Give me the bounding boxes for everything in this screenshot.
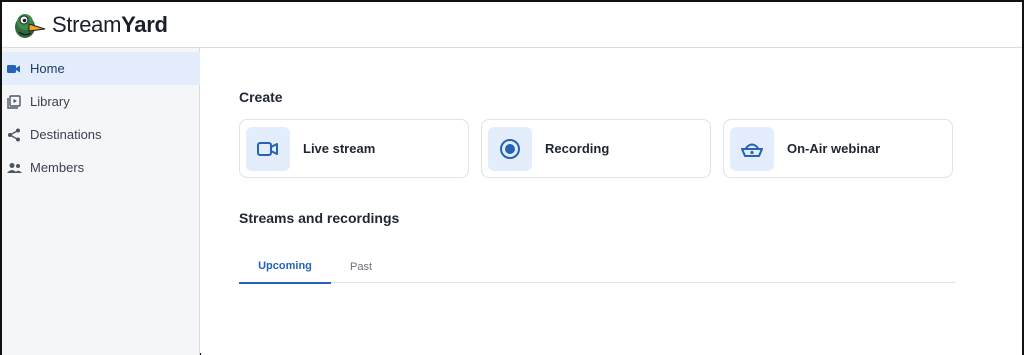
live-stream-card[interactable]: Live stream (239, 119, 469, 178)
sidebar-item-home[interactable]: Home (2, 52, 200, 85)
sidebar-item-label: Home (30, 61, 65, 76)
sidebar-item-library[interactable]: Library (2, 85, 200, 118)
card-label: Recording (545, 141, 610, 156)
sidebar-item-label: Members (30, 160, 85, 175)
sidebar-item-label: Destinations (30, 127, 102, 142)
webinar-icon (730, 126, 774, 171)
on-air-webinar-card[interactable]: On-Air webinar (723, 119, 953, 178)
brand-name: StreamYard (52, 11, 168, 39)
brand-name-light: Stream (52, 12, 122, 37)
streamyard-logo[interactable]: StreamYard (12, 10, 168, 40)
share-icon (6, 127, 22, 143)
card-label: On-Air webinar (787, 141, 881, 156)
recording-card[interactable]: Recording (481, 119, 711, 178)
tab-past[interactable]: Past (331, 250, 391, 283)
members-icon (6, 160, 22, 176)
brand-name-bold: Yard (121, 12, 168, 37)
streams-tabs: Upcoming Past (239, 250, 955, 284)
record-icon (488, 126, 532, 171)
video-camera-icon (6, 61, 22, 77)
main-content: Create Live stream Recording On-Air webi… (201, 48, 1022, 355)
sidebar-item-members[interactable]: Members (2, 151, 200, 184)
duck-logo-icon (12, 10, 46, 40)
sidebar: Home Library Destinations Members (2, 48, 200, 355)
library-icon (6, 94, 22, 110)
app-window: StreamYard Home Library Destinations Mem… (0, 0, 1024, 355)
create-title: Create (239, 89, 283, 105)
video-camera-icon (246, 126, 290, 171)
tab-upcoming[interactable]: Upcoming (239, 250, 331, 284)
sidebar-item-label: Library (30, 94, 70, 109)
card-label: Live stream (303, 141, 376, 156)
sidebar-item-destinations[interactable]: Destinations (2, 118, 200, 151)
top-bar: StreamYard (2, 2, 1022, 48)
streams-and-recordings-title: Streams and recordings (239, 210, 400, 226)
